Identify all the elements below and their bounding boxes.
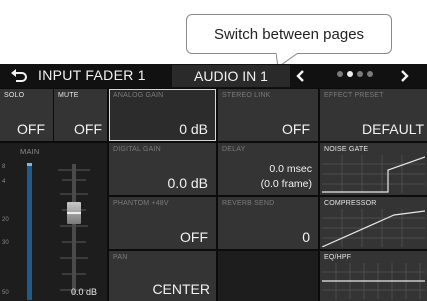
mute-button[interactable]: MUTE OFF (54, 89, 107, 141)
page-dot (337, 71, 343, 77)
eq-hpf-label: EQ/HPF (324, 254, 352, 261)
solo-value: OFF (17, 121, 45, 137)
pan-cell[interactable]: PAN CENTER (109, 251, 216, 301)
digital-gain-value: 0.0 dB (167, 175, 208, 191)
reverb-send-cell[interactable]: REVERB SEND 0 (218, 197, 318, 249)
delay-label: DELAY (222, 146, 246, 153)
chevron-right-icon[interactable] (396, 68, 412, 84)
scale-label: 4 (2, 179, 6, 185)
stereo-link-label: STEREO LINK (222, 92, 271, 99)
noise-gate-label: NOISE GATE (324, 146, 369, 153)
digital-gain-label: DIGITAL GAIN (113, 146, 161, 153)
fader-handle[interactable] (67, 202, 81, 224)
reverb-send-label: REVERB SEND (222, 200, 275, 207)
stereo-link-cell[interactable]: STEREO LINK OFF (218, 89, 318, 141)
scale-label: 20 (2, 217, 9, 223)
mute-value: OFF (74, 121, 102, 137)
page-dot-active (347, 71, 353, 77)
main-fader-panel[interactable]: MAIN (0, 143, 107, 301)
scale-label: 30 (2, 240, 9, 246)
eq-hpf-graph (322, 263, 425, 299)
page-name[interactable]: AUDIO IN 1 (172, 65, 290, 87)
effect-preset-value: DEFAULT (362, 121, 424, 137)
chevron-left-icon[interactable] (293, 68, 309, 84)
top-bar: INPUT FADER 1 AUDIO IN 1 (0, 64, 427, 88)
fader-track[interactable] (72, 164, 76, 294)
eq-hpf-cell[interactable]: EQ/HPF (320, 251, 427, 301)
scale-label: 50 (2, 290, 9, 296)
analog-gain-cell[interactable]: ANALOG GAIN 0 dB (109, 89, 216, 141)
effect-preset-label: EFFECT PRESET (324, 92, 384, 99)
mute-label: MUTE (58, 92, 79, 99)
pan-value: CENTER (152, 281, 210, 297)
phantom-power-label: PHANTOM +48V (113, 200, 169, 207)
compressor-label: COMPRESSOR (324, 200, 377, 207)
page-indicator (337, 71, 373, 77)
delay-frame-value: (0.0 frame) (260, 178, 312, 190)
page-dot (357, 71, 363, 77)
noise-gate-cell[interactable]: NOISE GATE (320, 143, 427, 195)
delay-value: 0.0 msec (269, 163, 312, 175)
solo-label: SOLO (4, 92, 25, 99)
stereo-link-value: OFF (282, 121, 310, 137)
phantom-power-value: OFF (180, 229, 208, 245)
compressor-cell[interactable]: COMPRESSOR (320, 197, 427, 249)
analog-gain-value: 0 dB (179, 121, 208, 137)
back-icon[interactable] (10, 67, 28, 85)
effect-preset-cell[interactable]: EFFECT PRESET DEFAULT (320, 89, 427, 141)
screen-title: INPUT FADER 1 (38, 67, 146, 83)
empty-cell (218, 251, 318, 301)
delay-cell[interactable]: DELAY 0.0 msec (0.0 frame) (218, 143, 318, 195)
phantom-power-cell[interactable]: PHANTOM +48V OFF (109, 197, 216, 249)
page-dot (367, 71, 373, 77)
device-screen: INPUT FADER 1 AUDIO IN 1 SOLO OFF MUTE O… (0, 64, 427, 301)
scale-label: 8 (2, 164, 6, 170)
callout-text: Switch between pages (213, 25, 365, 43)
pan-label: PAN (113, 254, 128, 261)
callout-box: Switch between pages (186, 14, 392, 54)
fader-value: 0.0 dB (71, 287, 98, 297)
main-label: MAIN (20, 147, 40, 156)
compressor-graph (322, 209, 425, 247)
level-meter (27, 166, 32, 300)
reverb-send-value: 0 (302, 229, 310, 245)
noise-gate-graph (322, 155, 425, 193)
analog-gain-label: ANALOG GAIN (113, 92, 164, 99)
solo-button[interactable]: SOLO OFF (0, 89, 53, 141)
digital-gain-cell[interactable]: DIGITAL GAIN 0.0 dB (109, 143, 216, 195)
